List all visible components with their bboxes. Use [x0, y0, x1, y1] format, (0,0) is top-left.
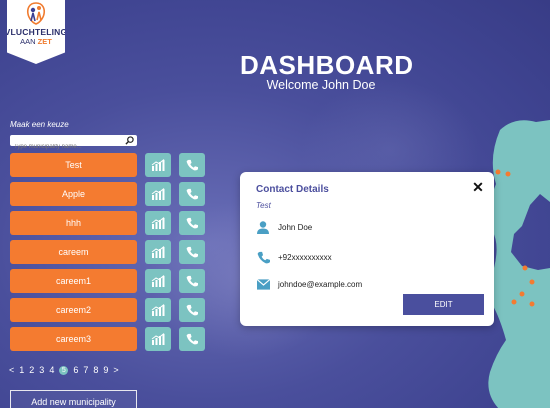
contact-email[interactable]: johndoe@example.com	[278, 280, 362, 289]
bar-chart-icon	[151, 275, 165, 287]
stats-button[interactable]	[145, 153, 171, 177]
contact-email-row: johndoe@example.com	[256, 277, 362, 291]
municipality-search	[10, 135, 137, 153]
contact-title: Contact Details	[256, 184, 329, 195]
municipality-button[interactable]: careem1	[10, 269, 137, 293]
stats-button[interactable]	[145, 182, 171, 206]
page-number[interactable]: 8	[93, 365, 98, 375]
page-number[interactable]: 5	[59, 365, 69, 375]
user-icon	[257, 221, 269, 234]
contact-phone-row: +92xxxxxxxxxx	[256, 250, 332, 264]
page-number[interactable]: 1	[19, 365, 24, 375]
stats-button[interactable]	[145, 240, 171, 264]
call-button[interactable]	[179, 240, 205, 264]
mail-icon	[256, 278, 270, 290]
contact-details-popup: Contact Details Test ✕ John Doe +92xxxxx…	[240, 172, 494, 326]
municipality-button[interactable]: careem3	[10, 327, 137, 351]
municipality-button[interactable]: Test	[10, 153, 137, 177]
call-button[interactable]	[179, 298, 205, 322]
edit-button[interactable]: EDIT	[403, 294, 484, 315]
phone-icon	[186, 333, 198, 345]
page-number[interactable]: 9	[103, 365, 108, 375]
page-number[interactable]: 6	[73, 365, 78, 375]
bar-chart-icon	[151, 217, 165, 229]
logo-mark-icon	[26, 2, 46, 25]
phone-icon	[186, 275, 198, 287]
bar-chart-icon	[151, 159, 165, 171]
bar-chart-icon	[151, 304, 165, 316]
bar-chart-icon	[151, 246, 165, 258]
phone-icon	[186, 188, 198, 200]
municipality-search-input[interactable]	[10, 141, 124, 153]
stats-button[interactable]	[145, 211, 171, 235]
stats-button[interactable]	[145, 298, 171, 322]
stats-button[interactable]	[145, 269, 171, 293]
phone-icon	[186, 159, 198, 171]
municipality-button[interactable]: careem2	[10, 298, 137, 322]
page-number[interactable]: 4	[49, 365, 54, 375]
phone-icon	[186, 246, 198, 258]
contact-municipality: Test	[256, 201, 271, 210]
call-button[interactable]	[179, 153, 205, 177]
phone-icon	[186, 304, 198, 316]
pagination-next[interactable]: >	[113, 365, 118, 375]
contact-name: John Doe	[278, 222, 313, 232]
municipality-button[interactable]: Apple	[10, 182, 137, 206]
call-button[interactable]	[179, 211, 205, 235]
logo[interactable]: VLUCHTELING AAN ZET	[7, 0, 65, 64]
municipality-button[interactable]: hhh	[10, 211, 137, 235]
pagination: < 123456789 >	[9, 365, 119, 375]
choose-label: Maak een keuze	[10, 120, 69, 129]
page-number[interactable]: 7	[83, 365, 88, 375]
page-number[interactable]: 3	[39, 365, 44, 375]
call-button[interactable]	[179, 327, 205, 351]
search-icon[interactable]	[125, 136, 134, 145]
contact-phone[interactable]: +92xxxxxxxxxx	[278, 253, 332, 262]
page-number[interactable]: 2	[29, 365, 34, 375]
close-icon[interactable]: ✕	[472, 180, 484, 194]
dashboard-screen: VLUCHTELING AAN ZET DASHBOARD Welcome Jo…	[0, 0, 550, 408]
pagination-prev[interactable]: <	[9, 365, 14, 375]
logo-text-line1: VLUCHTELING	[4, 27, 68, 37]
phone-icon	[257, 251, 270, 263]
contact-name-row: John Doe	[256, 220, 312, 234]
bar-chart-icon	[151, 333, 165, 345]
logo-text-line2: AAN ZET	[20, 37, 52, 46]
welcome-text: Welcome John Doe	[266, 78, 376, 92]
page-title: DASHBOARD	[240, 50, 414, 80]
bar-chart-icon	[151, 188, 165, 200]
phone-icon	[186, 217, 198, 229]
call-button[interactable]	[179, 182, 205, 206]
stats-button[interactable]	[145, 327, 171, 351]
municipality-button[interactable]: careem	[10, 240, 137, 264]
call-button[interactable]	[179, 269, 205, 293]
add-municipality-button[interactable]: Add new municipality	[10, 390, 137, 408]
